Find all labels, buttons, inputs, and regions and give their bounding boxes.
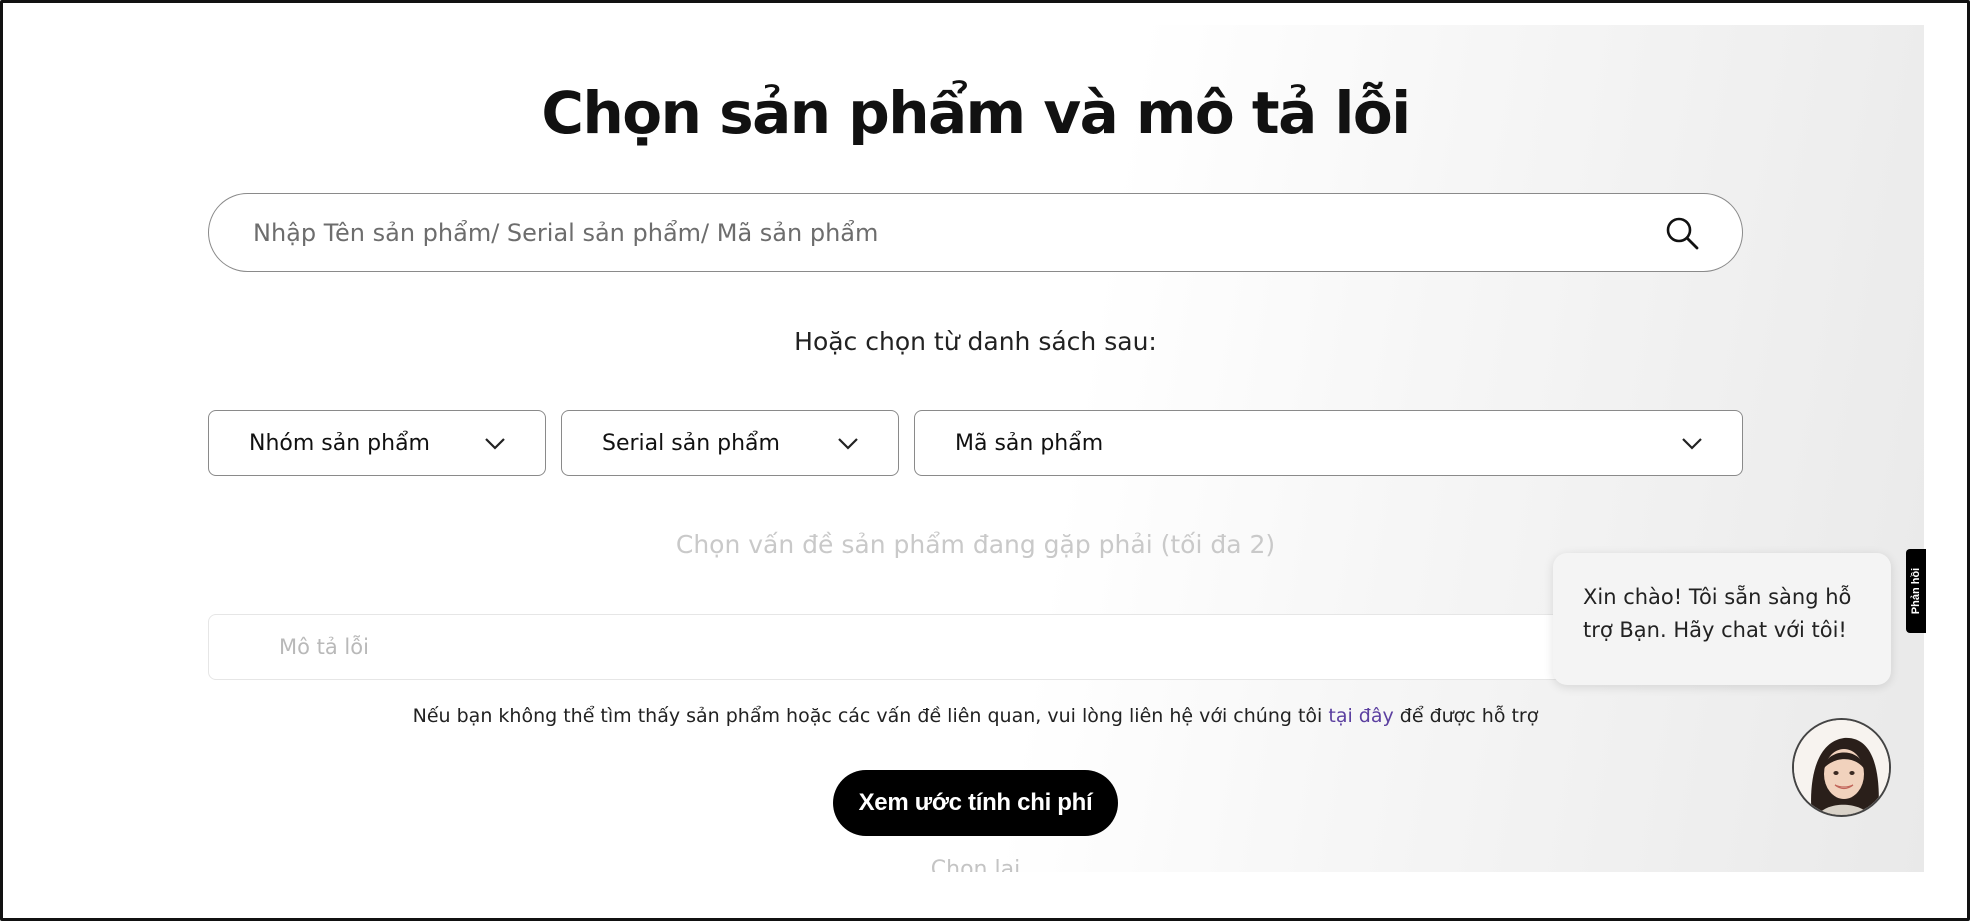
browser-frame: Chọn sản phẩm và mô tả lỗi Hoặc chọn từ … (0, 0, 1970, 921)
description-input[interactable] (279, 635, 1742, 659)
search-icon[interactable] (1662, 213, 1702, 253)
description-box[interactable] (208, 614, 1743, 680)
help-text-before: Nếu bạn không thể tìm thấy sản phẩm hoặc… (412, 705, 1329, 727)
help-text: Nếu bạn không thể tìm thấy sản phẩm hoặc… (3, 705, 1948, 727)
product-group-label: Nhóm sản phẩm (249, 430, 430, 456)
reset-link[interactable]: Chọn lại (3, 855, 1948, 872)
page-title: Chọn sản phẩm và mô tả lỗi (541, 79, 1411, 147)
or-choose-label: Hoặc chọn từ danh sách sau: (794, 327, 1157, 356)
chat-greeting-bubble[interactable]: Xin chào! Tôi sẵn sàng hỗ trợ Bạn. Hãy c… (1553, 553, 1891, 685)
search-box[interactable] (208, 193, 1743, 272)
product-code-select[interactable]: Mã sản phẩm (914, 410, 1743, 476)
feedback-tab[interactable]: Phản hồi (1906, 549, 1926, 633)
chevron-down-icon (836, 435, 860, 451)
chevron-down-icon (1680, 435, 1704, 451)
view-cost-estimate-button[interactable]: Xem ước tính chi phí (833, 770, 1118, 836)
chat-greeting-text: Xin chào! Tôi sẵn sàng hỗ trợ Bạn. Hãy c… (1583, 585, 1852, 642)
product-code-label: Mã sản phẩm (955, 430, 1104, 456)
feedback-tab-label: Phản hồi (1910, 567, 1923, 615)
search-input[interactable] (253, 218, 1662, 247)
help-text-after: để được hỗ trợ (1393, 705, 1539, 727)
assistant-avatar-icon (1794, 720, 1889, 815)
product-serial-select[interactable]: Serial sản phẩm (561, 410, 899, 476)
help-link[interactable]: tại đây (1328, 705, 1393, 727)
chevron-down-icon (483, 435, 507, 451)
product-serial-label: Serial sản phẩm (602, 430, 780, 456)
chat-avatar[interactable] (1792, 718, 1891, 817)
product-group-select[interactable]: Nhóm sản phẩm (208, 410, 546, 476)
